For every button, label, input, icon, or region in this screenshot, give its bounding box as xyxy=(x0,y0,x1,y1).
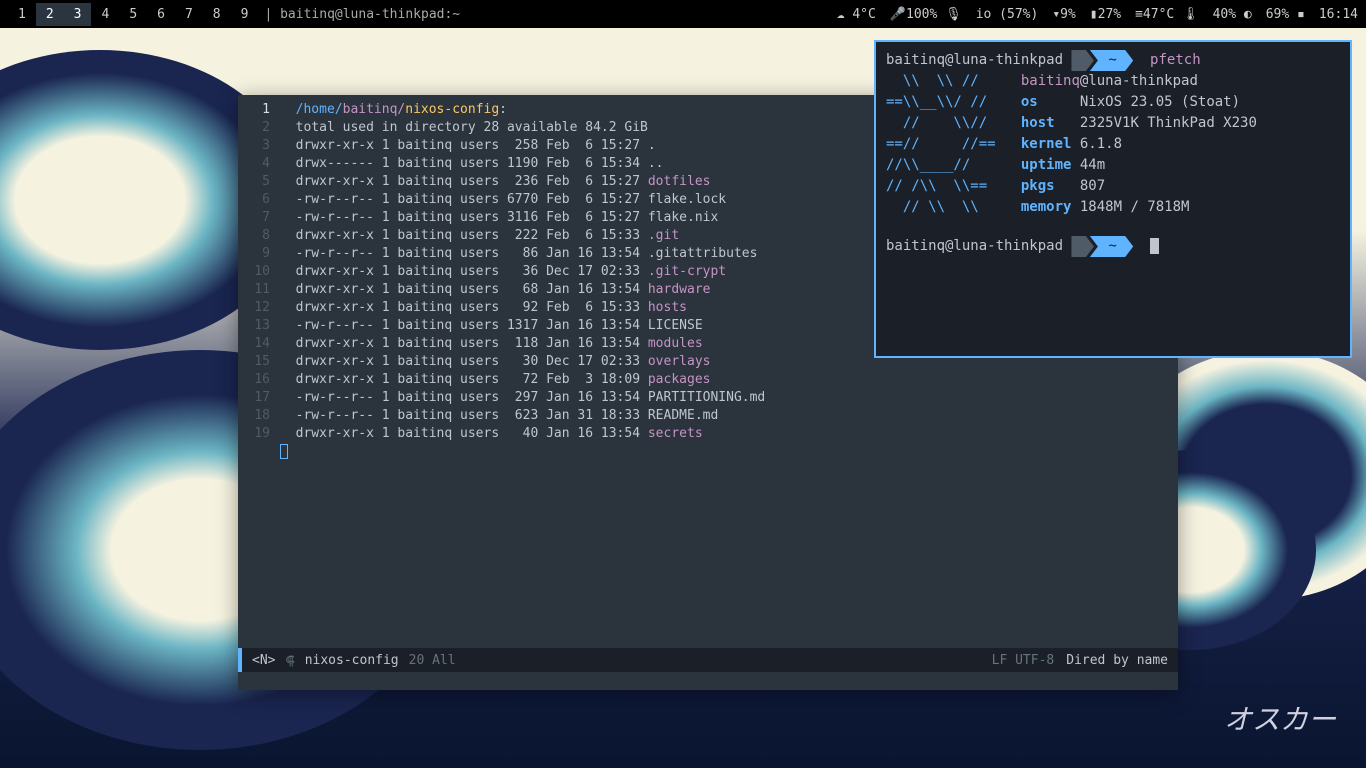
workspace-9[interactable]: 9 xyxy=(231,3,259,26)
workspace-6[interactable]: 6 xyxy=(147,3,175,26)
wallpaper-signature: オスカー xyxy=(1224,698,1336,738)
pfetch-logo-row: // \\ \\ xyxy=(886,199,1004,215)
dired-entry[interactable]: drwxr-xr-x 1 baitinq users 40 Jan 16 13:… xyxy=(280,425,1178,443)
status-bar: 123456789 | baitinq@luna-thinkpad:~ ☁ 4°… xyxy=(0,0,1366,28)
modeline-state: <N> xyxy=(252,653,275,668)
cursor-icon xyxy=(280,444,288,459)
prompt-userhost: baitinq@luna-thinkpad xyxy=(886,52,1063,68)
status-right: ☁ 4°C 🎤100% 🎙 io (57%) ▾9% ▮27% ≡47°C 🌡 … xyxy=(837,7,1358,22)
temp-widget: ≡47°C 🌡 xyxy=(1135,7,1198,22)
cloud-icon: ☁ xyxy=(837,7,845,22)
workspace-list: 123456789 xyxy=(8,3,258,26)
net-widget: ▾9% xyxy=(1052,7,1075,22)
pfetch-line: ==\\__\\/ // os NixOS 23.05 (Stoat) xyxy=(886,92,1340,113)
modeline-buffer: nixos-config xyxy=(305,653,399,668)
battery3-widget: 69% ▪ xyxy=(1266,7,1305,22)
mic-widget: 🎤100% 🎙 xyxy=(890,7,962,22)
editor-cursor-line xyxy=(280,443,1178,461)
pfetch-logo-row: // /\\ \\== xyxy=(886,178,1004,194)
battery1-widget: ▮27% xyxy=(1090,7,1121,22)
modeline-mode: Dired by name xyxy=(1066,653,1168,668)
pfetch-line: //\\____// uptime 44m xyxy=(886,155,1340,176)
terminal-window[interactable]: baitinq@luna-thinkpad ~ pfetch \\ \\ // … xyxy=(874,40,1352,358)
dired-entry[interactable]: drwxr-xr-x 1 baitinq users 72 Feb 3 18:0… xyxy=(280,371,1178,389)
pfetch-line: // \\// host 2325V1K ThinkPad X230 xyxy=(886,113,1340,134)
line-number-gutter: 12345678910111213141516171819 xyxy=(238,101,280,648)
editor-minibuffer[interactable] xyxy=(238,672,1178,690)
pfetch-logo-row: ==\\__\\/ // xyxy=(886,94,1004,110)
terminal-line: baitinq@luna-thinkpad ~ pfetch xyxy=(886,50,1340,71)
prompt-userhost: baitinq@luna-thinkpad xyxy=(886,238,1063,254)
prompt-separator-icon xyxy=(1071,50,1093,71)
workspace-1[interactable]: 1 xyxy=(8,3,36,26)
modeline-position: 20 All xyxy=(409,653,456,668)
pfetch-line: // \\ \\ memory 1848M / 7818M xyxy=(886,197,1340,218)
modeline-encoding: LF UTF-8 xyxy=(992,653,1055,668)
window-title: | baitinq@luna-thinkpad:~ xyxy=(264,7,460,22)
terminal-line[interactable]: baitinq@luna-thinkpad ~ xyxy=(886,236,1340,257)
prompt-separator-icon xyxy=(1071,236,1093,257)
pfetch-line: // /\\ \\== pkgs 807 xyxy=(886,176,1340,197)
battery2-widget: 40% ◐ xyxy=(1213,7,1252,22)
mic-icon: 🎤 xyxy=(890,7,906,22)
dired-entry[interactable]: -rw-r--r-- 1 baitinq users 623 Jan 31 18… xyxy=(280,407,1178,425)
workspace-2[interactable]: 2 xyxy=(36,3,64,26)
weather-widget: ☁ 4°C xyxy=(837,7,876,22)
prompt-cwd: ~ xyxy=(1090,50,1133,71)
pfetch-line: \\ \\ // baitinq@luna-thinkpad xyxy=(886,71,1340,92)
pfetch-logo-row: \\ \\ // xyxy=(886,73,1004,89)
io-widget: io (57%) xyxy=(976,7,1039,22)
terminal-command: pfetch xyxy=(1150,52,1201,68)
workspace-5[interactable]: 5 xyxy=(119,3,147,26)
modeline-icon: ⸿ xyxy=(285,651,294,669)
pfetch-logo-row: //\\____// xyxy=(886,157,1004,173)
terminal-cursor-icon xyxy=(1150,238,1159,254)
dired-entry[interactable]: -rw-r--r-- 1 baitinq users 297 Jan 16 13… xyxy=(280,389,1178,407)
pfetch-logo-row: ==// //== xyxy=(886,136,1004,152)
clock-widget: 16:14 xyxy=(1319,7,1358,22)
workspace-8[interactable]: 8 xyxy=(203,3,231,26)
modeline: <N> ⸿ nixos-config 20 All LF UTF-8 Dired… xyxy=(238,648,1178,672)
pfetch-line: ==// //== kernel 6.1.8 xyxy=(886,134,1340,155)
workspace-3[interactable]: 3 xyxy=(64,3,92,26)
prompt-cwd: ~ xyxy=(1090,236,1133,257)
workspace-7[interactable]: 7 xyxy=(175,3,203,26)
pfetch-logo-row: // \\// xyxy=(886,115,1004,131)
workspace-4[interactable]: 4 xyxy=(91,3,119,26)
